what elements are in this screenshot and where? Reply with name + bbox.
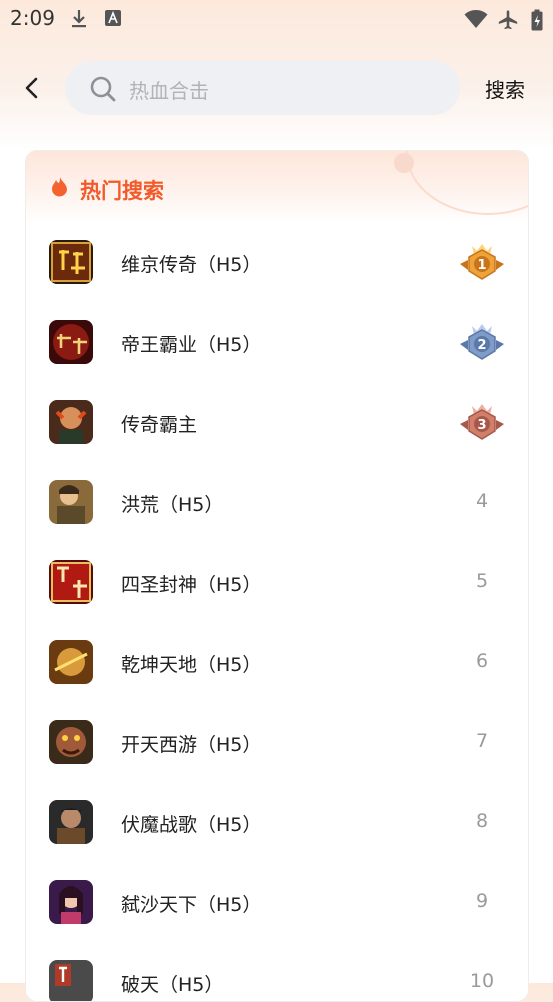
game-icon [49, 400, 93, 444]
app-notification-icon [104, 9, 122, 31]
airplane-mode-icon [497, 9, 519, 35]
wifi-icon [464, 9, 488, 33]
rank-number: 9 [475, 890, 489, 912]
header-decoration-dot [394, 153, 414, 173]
hot-search-item[interactable]: 四圣封神（H5） 5 [26, 543, 528, 623]
hot-search-item[interactable]: 弑沙天下（H5） 9 [26, 863, 528, 943]
hot-search-item[interactable]: 开天西游（H5） 7 [26, 703, 528, 783]
rank-gold-medal-icon: 1 [456, 242, 508, 290]
game-icon [49, 720, 93, 764]
hot-search-item[interactable]: 洪荒（H5） 4 [26, 463, 528, 543]
game-icon [49, 480, 93, 524]
game-name: 伏魔战歌（H5） [121, 814, 262, 836]
game-name: 弑沙天下（H5） [121, 894, 262, 916]
battery-charging-icon [531, 9, 543, 35]
rank-number: 6 [475, 650, 489, 672]
game-name: 维京传奇（H5） [121, 254, 262, 276]
search-bar[interactable]: 热血合击 [65, 61, 460, 115]
hot-search-card: 热门搜索 维京传奇（H5） 1 帝王霸业（H5） 2 传奇霸主 3 洪荒（H5） 4 四圣封神（… [25, 150, 529, 1002]
rank-number: 5 [475, 570, 489, 592]
chevron-left-icon [25, 77, 38, 99]
game-icon [49, 320, 93, 364]
fire-icon [50, 176, 70, 204]
game-name: 破天（H5） [121, 974, 224, 996]
hot-search-item[interactable]: 维京传奇（H5） 1 [26, 223, 528, 303]
game-icon [49, 800, 93, 844]
game-name: 四圣封神（H5） [121, 574, 262, 596]
hot-search-item[interactable]: 乾坤天地（H5） 6 [26, 623, 528, 703]
game-icon [49, 880, 93, 924]
hot-search-item[interactable]: 传奇霸主 3 [26, 383, 528, 463]
hot-search-header: 热门搜索 [26, 151, 528, 223]
rank-number: 8 [475, 810, 489, 832]
hot-search-title: 热门搜索 [80, 179, 164, 203]
rank-number: 7 [475, 730, 489, 752]
status-bar: 2:09 [0, 0, 553, 38]
search-button[interactable]: 搜索 [485, 74, 525, 103]
hot-search-item[interactable]: 伏魔战歌（H5） 8 [26, 783, 528, 863]
download-icon [70, 9, 88, 33]
game-icon [49, 640, 93, 684]
game-icon [49, 560, 93, 604]
search-input[interactable]: 热血合击 [129, 75, 209, 104]
svg-text:2: 2 [477, 338, 486, 353]
svg-text:1: 1 [477, 258, 486, 273]
back-button[interactable] [18, 72, 48, 104]
game-name: 洪荒（H5） [121, 494, 224, 516]
rank-number: 4 [475, 490, 489, 512]
search-icon [89, 75, 117, 107]
hot-search-item[interactable]: 破天（H5） 10 [26, 943, 528, 1001]
rank-bronze-medal-icon: 3 [456, 402, 508, 450]
hot-search-item[interactable]: 帝王霸业（H5） 2 [26, 303, 528, 383]
game-icon [49, 960, 93, 1001]
rank-number: 10 [469, 970, 495, 992]
rank-silver-medal-icon: 2 [456, 322, 508, 370]
game-name: 乾坤天地（H5） [121, 654, 262, 676]
header-decoration [406, 151, 528, 215]
status-time: 2:09 [10, 6, 55, 30]
game-name: 传奇霸主 [121, 414, 198, 436]
game-icon [49, 240, 93, 284]
game-name: 帝王霸业（H5） [121, 334, 262, 356]
game-name: 开天西游（H5） [121, 734, 262, 756]
svg-text:3: 3 [477, 418, 486, 433]
